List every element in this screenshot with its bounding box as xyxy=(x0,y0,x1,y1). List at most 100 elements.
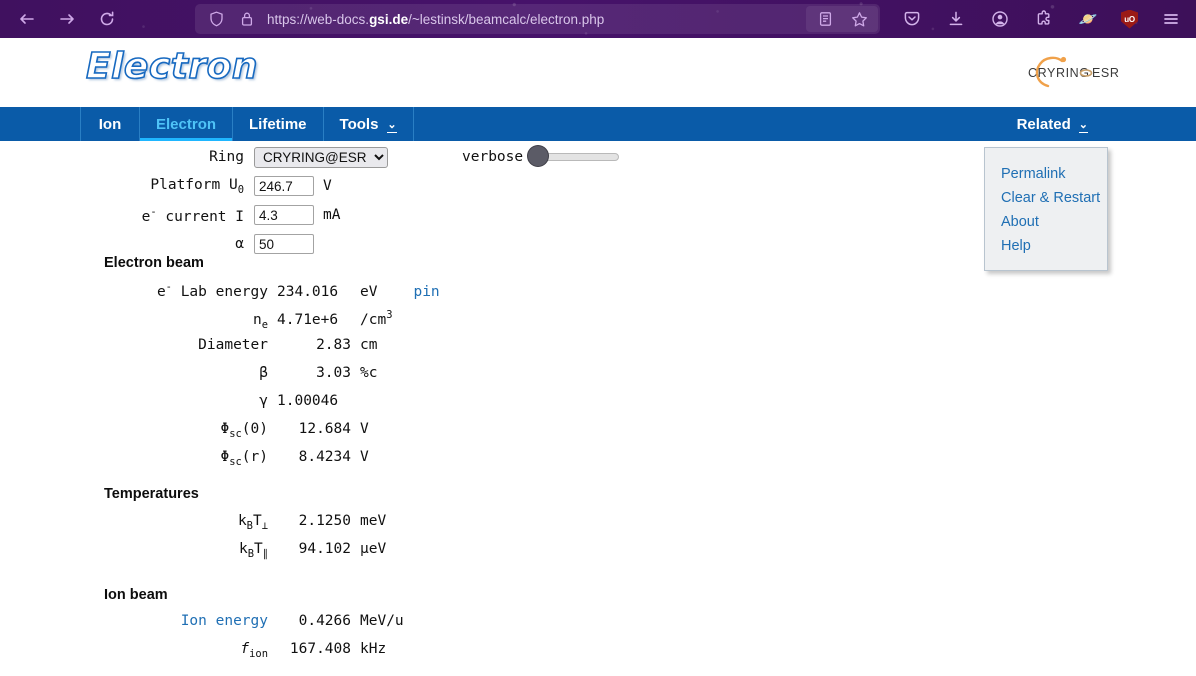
account-icon[interactable] xyxy=(989,8,1011,30)
verbose-control: verbose xyxy=(462,145,620,169)
current-unit: mA xyxy=(323,207,341,223)
tab-electron-label: Electron xyxy=(156,115,217,133)
table-row: kBT⊥ 2.1250 meV xyxy=(104,513,386,541)
table-row: γ 1.00046 xyxy=(104,393,440,421)
table-row: β 3.03 %c xyxy=(104,365,440,393)
menu-related[interactable]: Related ⌄ xyxy=(1017,116,1088,133)
padlock-icon[interactable] xyxy=(236,8,258,30)
section-title-ion-beam: Ion beam xyxy=(104,587,168,603)
table-row: kBT∥ 94.102 µeV xyxy=(104,541,386,569)
tab-ion[interactable]: Ion xyxy=(80,107,140,141)
ion-energy-link[interactable]: Ion energy xyxy=(104,613,277,629)
row-label: Φsc(r) xyxy=(220,449,268,468)
input-form: Ring CRYRING@ESR Platform U0 V e- curren… xyxy=(104,145,388,256)
row-unit: µeV xyxy=(360,541,387,557)
field-alpha-label: α xyxy=(235,236,244,252)
electron-beam-table: e- Lab energy 234.016 eV pin ne 4.71e+6 … xyxy=(104,281,440,477)
browser-toolbar-right: 🪐 uO xyxy=(901,8,1188,30)
row-label: e- Lab energy xyxy=(156,281,268,300)
field-current-label: e- current I xyxy=(104,206,254,225)
related-menu-panel: Permalink Clear & Restart About Help xyxy=(984,147,1108,271)
section-title-electron-beam: Electron beam xyxy=(104,255,204,271)
tab-lifetime[interactable]: Lifetime xyxy=(233,107,324,141)
svg-text:ESR: ESR xyxy=(1092,66,1120,80)
hamburger-menu-icon[interactable] xyxy=(1160,8,1182,30)
chevron-down-icon: ⌄ xyxy=(387,118,397,133)
pocket-icon[interactable] xyxy=(901,8,923,30)
table-row: fion 167.408 kHz xyxy=(104,641,404,669)
field-current: e- current I mA xyxy=(104,203,388,227)
row-unit: /cm3 xyxy=(360,309,393,328)
row-value: 94.102 xyxy=(298,541,351,557)
tab-electron[interactable]: Electron xyxy=(140,107,234,141)
menu-item-help[interactable]: Help xyxy=(985,234,1107,258)
row-unit: kHz xyxy=(360,641,387,657)
main-navigation: Ion Electron Lifetime Tools ⌄ Related ⌄ xyxy=(0,107,1196,141)
table-row: Diameter 2.83 cm xyxy=(104,337,440,365)
browser-nav-buttons xyxy=(8,8,118,30)
field-platform-label-sub: 0 xyxy=(237,183,244,196)
shield-icon[interactable] xyxy=(205,8,227,30)
menu-item-clear-restart[interactable]: Clear & Restart xyxy=(985,186,1107,210)
row-unit: cm xyxy=(360,337,378,353)
back-arrow-icon[interactable] xyxy=(16,8,38,30)
row-value: 12.684 xyxy=(298,421,351,437)
table-row: Φsc(r) 8.4234 V xyxy=(104,449,440,477)
row-unit: V xyxy=(360,449,369,465)
saturn-extension-icon[interactable]: 🪐 xyxy=(1077,8,1099,30)
platform-voltage-input[interactable] xyxy=(254,176,314,196)
address-bar[interactable]: https://web-docs.gsi.de/~lestinsk/beamca… xyxy=(195,4,880,34)
pin-link[interactable]: pin xyxy=(377,284,439,300)
row-label: Diameter xyxy=(198,337,268,353)
url-text: https://web-docs.gsi.de/~lestinsk/beamca… xyxy=(267,12,604,27)
extensions-icon[interactable] xyxy=(1033,8,1055,30)
row-value: 0.4266 xyxy=(298,613,351,629)
row-unit: V xyxy=(360,421,369,437)
row-label: fion xyxy=(240,641,268,660)
bookmark-star-icon[interactable] xyxy=(848,8,870,30)
verbose-label: verbose xyxy=(462,149,524,165)
row-unit: meV xyxy=(360,513,387,529)
forward-arrow-icon[interactable] xyxy=(56,8,78,30)
url-suffix: /~lestinsk/beamcalc/electron.php xyxy=(408,11,605,27)
field-alpha: α xyxy=(104,232,388,256)
tab-tools[interactable]: Tools ⌄ xyxy=(324,107,414,141)
verbose-slider-thumb[interactable] xyxy=(528,146,549,166)
reload-icon[interactable] xyxy=(96,8,118,30)
row-value: 3.03 xyxy=(316,365,351,381)
menu-item-about[interactable]: About xyxy=(985,210,1107,234)
row-label: γ xyxy=(259,393,268,409)
page-header: Electron CRYRING ESR xyxy=(0,38,1196,107)
field-platform-label-main: Platform U xyxy=(150,176,238,193)
cryring-esr-logo: CRYRING ESR xyxy=(1028,56,1120,88)
electron-current-input[interactable] xyxy=(254,205,314,225)
tab-tools-label: Tools xyxy=(339,115,379,133)
section-title-temperatures: Temperatures xyxy=(104,486,199,502)
page-content: Ring CRYRING@ESR Platform U0 V e- curren… xyxy=(0,141,1196,660)
downloads-icon[interactable] xyxy=(945,8,967,30)
url-domain: gsi.de xyxy=(369,11,409,27)
temperatures-table: kBT⊥ 2.1250 meV kBT∥ 94.102 µeV xyxy=(104,513,386,569)
alpha-input[interactable] xyxy=(254,234,314,254)
row-label: Φsc(0) xyxy=(220,421,268,440)
row-label: β xyxy=(259,365,268,381)
tab-lifetime-label: Lifetime xyxy=(249,115,307,133)
menu-related-label: Related xyxy=(1016,115,1071,133)
menu-item-permalink[interactable]: Permalink xyxy=(985,162,1107,186)
row-unit: MeV/u xyxy=(360,613,404,629)
row-label: kBT⊥ xyxy=(237,513,268,532)
url-prefix: https://web-docs. xyxy=(267,11,370,27)
table-row: Ion energy 0.4266 MeV/u xyxy=(104,613,404,641)
row-value: 2.83 xyxy=(316,337,351,353)
verbose-slider[interactable] xyxy=(528,146,620,166)
reader-view-icon[interactable] xyxy=(814,8,836,30)
row-value: 234.016 xyxy=(277,283,339,300)
nav-right: Related ⌄ xyxy=(1017,107,1196,141)
row-unit: %c xyxy=(360,365,378,381)
ring-select[interactable]: CRYRING@ESR xyxy=(254,146,388,168)
ublock-origin-icon[interactable]: uO xyxy=(1121,9,1138,29)
row-value: 167.408 xyxy=(289,641,351,657)
table-row: Φsc(0) 12.684 V xyxy=(104,421,440,449)
row-value: 4.71e+6 xyxy=(277,311,339,328)
field-ring-label: Ring xyxy=(209,149,244,165)
